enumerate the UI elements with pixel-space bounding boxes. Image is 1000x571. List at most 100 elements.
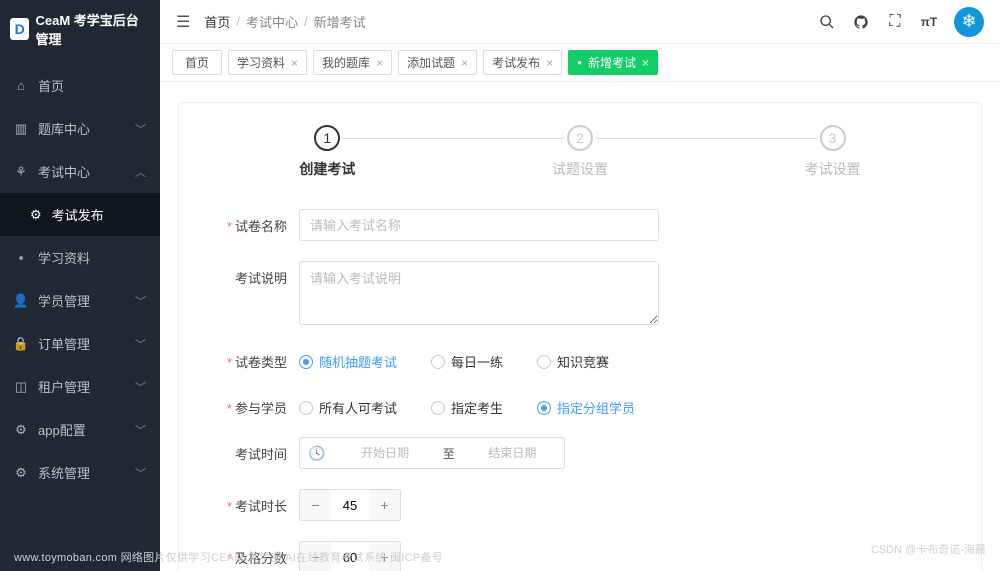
radio-label: 知识竞赛 bbox=[557, 352, 609, 371]
tab-new-exam[interactable]: ● 新增考试 × bbox=[568, 50, 658, 75]
fullscreen-icon[interactable]: ⛶ bbox=[886, 13, 904, 31]
sidebar-item-materials[interactable]: ▪ 学习资料 bbox=[0, 236, 160, 279]
breadcrumb-home[interactable]: 首页 bbox=[204, 12, 230, 31]
increase-button[interactable]: + bbox=[369, 489, 401, 521]
topbar: ☰ 首页 / 考试中心 / 新增考试 ⛶ πT ❄ bbox=[160, 0, 1000, 44]
gear-icon: ⚙ bbox=[14, 466, 28, 480]
sidebar-item-app-config[interactable]: ⚙app配置 ﹀ bbox=[0, 408, 160, 451]
brand-logo-icon: D bbox=[10, 18, 29, 40]
radio-label: 每日一练 bbox=[451, 352, 503, 371]
sidebar-item-exam-center[interactable]: ⚘ 考试中心 ︿ bbox=[0, 150, 160, 193]
clock-icon: 🕓 bbox=[300, 445, 333, 462]
radio-knowledge-contest[interactable]: 知识竞赛 bbox=[537, 352, 609, 371]
users-icon: 👤 bbox=[14, 294, 28, 308]
radio-group-students[interactable]: 指定分组学员 bbox=[537, 398, 635, 417]
tabs: 首页 学习资料× 我的题库× 添加试题 × 考试发布 × ● 新增考试 × bbox=[160, 44, 1000, 82]
tab-materials[interactable]: 学习资料× bbox=[228, 50, 307, 75]
tab-label: 添加试题 bbox=[407, 54, 455, 71]
breadcrumb: 首页 / 考试中心 / 新增考试 bbox=[204, 12, 365, 31]
exam-name-input[interactable] bbox=[299, 209, 659, 241]
label-participants: 参与学员 bbox=[215, 391, 299, 417]
sidebar-menu: ⌂ 首页 ▥题库中心 ﹀ ⚘ 考试中心 ︿ ⚙ 考试发布 ▪ 学习资料 👤 学员管理 bbox=[0, 58, 160, 494]
start-date-input[interactable] bbox=[333, 438, 436, 468]
dot-icon: ● bbox=[577, 58, 582, 67]
chevron-up-icon: ︿ bbox=[135, 164, 146, 180]
tab-label: 新增考试 bbox=[588, 54, 636, 71]
sidebar-subitem-exam-publish[interactable]: ⚙ 考试发布 bbox=[0, 193, 160, 236]
step-2[interactable]: 2 试题设置 bbox=[454, 125, 707, 179]
chevron-down-icon: ﹀ bbox=[135, 422, 146, 438]
sidebar-item-system[interactable]: ⚙系统管理 ﹀ bbox=[0, 451, 160, 494]
steps: 1 创建考试 2 试题设置 3 考试设置 bbox=[201, 125, 959, 179]
sidebar-item-label: 考试中心 bbox=[38, 162, 90, 181]
radio-icon bbox=[537, 355, 551, 369]
label-exam-name: 试卷名称 bbox=[215, 209, 299, 235]
sidebar-item-tenants[interactable]: ◫租户管理 ﹀ bbox=[0, 365, 160, 408]
tab-add-question[interactable]: 添加试题 × bbox=[398, 50, 477, 75]
breadcrumb-item: 新增考试 bbox=[314, 12, 366, 31]
sidebar-item-label: 租户管理 bbox=[38, 377, 90, 396]
radio-label: 指定分组学员 bbox=[557, 398, 635, 417]
sidebar-item-label: 首页 bbox=[38, 76, 64, 95]
radio-all-can-exam[interactable]: 所有人可考试 bbox=[299, 398, 397, 417]
tab-label: 考试发布 bbox=[492, 54, 540, 71]
chart-icon: ▪ bbox=[14, 251, 28, 265]
chevron-down-icon: ﹀ bbox=[135, 293, 146, 309]
sidebar-item-label: 系统管理 bbox=[38, 463, 90, 482]
close-icon[interactable]: × bbox=[291, 56, 298, 70]
sidebar-item-label: app配置 bbox=[38, 420, 86, 439]
collapse-sidebar-button[interactable]: ☰ bbox=[176, 12, 190, 32]
label-pass-score: 及格分数 bbox=[215, 541, 299, 567]
radio-label: 随机抽题考试 bbox=[319, 352, 397, 371]
decrease-button[interactable]: − bbox=[299, 489, 331, 521]
chevron-down-icon: ﹀ bbox=[135, 336, 146, 352]
radio-icon bbox=[299, 355, 313, 369]
sidebar-item-question-bank[interactable]: ▥题库中心 ﹀ bbox=[0, 107, 160, 150]
end-date-input[interactable] bbox=[461, 438, 564, 468]
create-exam-form: 试卷名称 考试说明 试卷类型 随机抽题考试 每日一练 知识竞赛 bbox=[201, 209, 959, 571]
decrease-button[interactable]: − bbox=[299, 541, 331, 571]
sidebar-item-orders[interactable]: 🔒订单管理 ﹀ bbox=[0, 322, 160, 365]
breadcrumb-sep: / bbox=[236, 14, 240, 29]
date-range-picker[interactable]: 🕓 至 bbox=[299, 437, 565, 469]
duration-stepper: − + bbox=[299, 489, 401, 521]
close-icon[interactable]: × bbox=[461, 56, 468, 70]
sidebar: D CeaM 考学宝后台管理 ⌂首页 ▥题库中心 ﹀ ⚘考试中心 ︿ ⚙ 考试发… bbox=[0, 0, 160, 571]
radio-daily-practice[interactable]: 每日一练 bbox=[431, 352, 503, 371]
duration-input[interactable] bbox=[331, 489, 369, 521]
step-title: 试题设置 bbox=[552, 159, 608, 179]
sidebar-item-label: 学习资料 bbox=[38, 248, 90, 267]
exam-desc-textarea[interactable] bbox=[299, 261, 659, 325]
sidebar-item-label: 学员管理 bbox=[38, 291, 90, 310]
sidebar-item-students[interactable]: 👤 学员管理 ﹀ bbox=[0, 279, 160, 322]
font-size-icon[interactable]: πT bbox=[920, 13, 938, 31]
radio-specific-candidates[interactable]: 指定考生 bbox=[431, 398, 503, 417]
close-icon[interactable]: × bbox=[376, 56, 383, 70]
increase-button[interactable]: + bbox=[369, 541, 401, 571]
exam-icon: ⚘ bbox=[14, 165, 28, 179]
gear-icon: ⚙ bbox=[30, 207, 42, 223]
step-circle: 1 bbox=[314, 125, 340, 151]
radio-icon bbox=[431, 401, 445, 415]
tab-exam-publish[interactable]: 考试发布 × bbox=[483, 50, 562, 75]
breadcrumb-sep: / bbox=[304, 14, 308, 29]
step-3[interactable]: 3 考试设置 bbox=[706, 125, 959, 179]
sidebar-item-label: 订单管理 bbox=[38, 334, 90, 353]
step-circle: 2 bbox=[567, 125, 593, 151]
pass-score-input[interactable] bbox=[331, 541, 369, 571]
sidebar-item-home[interactable]: ⌂ 首页 bbox=[0, 64, 160, 107]
radio-random-exam[interactable]: 随机抽题考试 bbox=[299, 352, 397, 371]
breadcrumb-item[interactable]: 考试中心 bbox=[246, 12, 298, 31]
step-1[interactable]: 1 创建考试 bbox=[201, 125, 454, 179]
chevron-down-icon: ﹀ bbox=[135, 379, 146, 395]
close-icon[interactable]: × bbox=[546, 56, 553, 70]
avatar[interactable]: ❄ bbox=[954, 7, 984, 37]
search-icon[interactable] bbox=[818, 13, 836, 31]
github-icon[interactable] bbox=[852, 13, 870, 31]
dashboard-icon: ⌂ bbox=[14, 79, 28, 93]
tab-my-question-bank[interactable]: 我的题库× bbox=[313, 50, 392, 75]
step-title: 考试设置 bbox=[805, 159, 861, 179]
tab-home[interactable]: 首页 bbox=[172, 50, 222, 75]
sidebar-item-label: 题库中心 bbox=[38, 119, 90, 138]
close-icon[interactable]: × bbox=[642, 56, 649, 70]
